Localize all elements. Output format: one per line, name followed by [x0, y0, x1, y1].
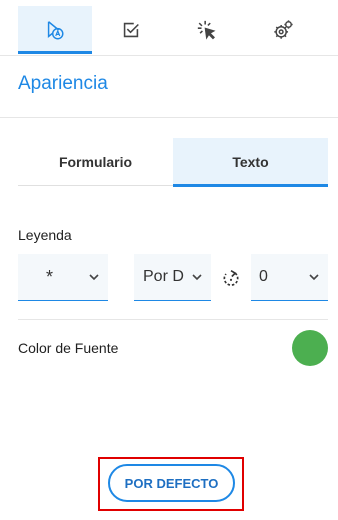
settings-icon — [274, 20, 293, 39]
default-button[interactable]: POR DEFECTO — [108, 464, 235, 502]
tab-settings[interactable] — [246, 6, 320, 54]
top-tab-bar — [0, 0, 338, 56]
font-color-label: Color de Fuente — [18, 340, 119, 356]
chevron-down-icon — [89, 274, 99, 281]
section-title: Apariencia — [18, 73, 108, 94]
rotate-icon — [223, 269, 239, 286]
tab-appearance[interactable] — [18, 6, 92, 54]
font-color-swatch[interactable] — [292, 330, 328, 366]
legend-symbol-value: * — [46, 267, 54, 287]
chevron-down-icon — [309, 274, 319, 281]
tab-texto[interactable]: Texto — [173, 138, 328, 187]
legend-position-select[interactable]: Por D — [134, 254, 211, 301]
appearance-icon — [47, 21, 64, 40]
legend-position-value: Por D — [143, 268, 184, 285]
sub-tab-bar: Formulario Texto — [18, 138, 328, 187]
chevron-down-icon — [192, 274, 202, 281]
leyenda-label: Leyenda — [18, 227, 72, 243]
legend-symbol-select[interactable]: * — [18, 254, 108, 301]
checkbox-icon — [123, 22, 139, 38]
divider — [18, 319, 328, 320]
tab-formulario[interactable]: Formulario — [18, 138, 173, 186]
divider — [0, 117, 338, 118]
tab-validation[interactable] — [94, 6, 168, 54]
legend-rotation-value: 0 — [259, 268, 268, 285]
legend-rotation-select[interactable]: 0 — [251, 254, 328, 301]
click-icon — [197, 20, 216, 40]
tab-actions[interactable] — [170, 6, 244, 54]
